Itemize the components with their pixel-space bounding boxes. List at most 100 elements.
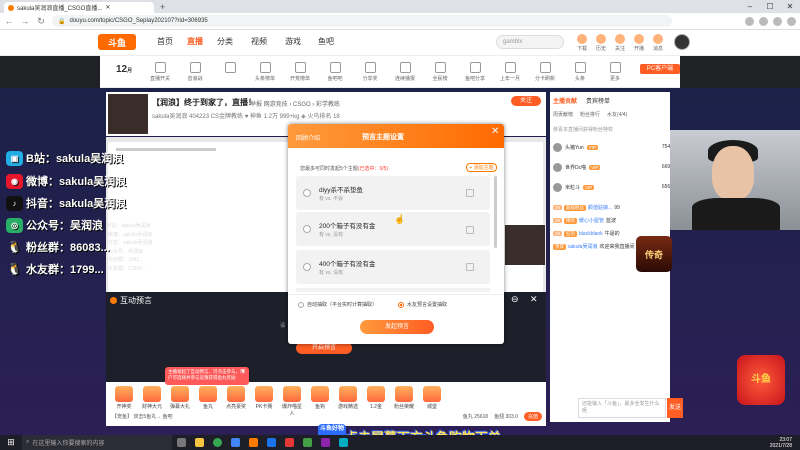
chrome-icon[interactable] (208, 435, 226, 450)
launch-prediction-button[interactable]: 发起预言 (360, 320, 434, 334)
red-envelope-button[interactable]: 斗鱼 (737, 355, 785, 405)
edit-icon[interactable] (466, 189, 474, 197)
chat-input[interactable]: 还能输入「斗鱼」，最多全发生什么呢 (578, 398, 666, 418)
menu-icon[interactable] (787, 16, 796, 26)
topic-radio[interactable] (303, 263, 311, 271)
gift-item[interactable]: 鱼丸 (196, 386, 220, 410)
header-golive[interactable]: 开播 (630, 34, 648, 52)
category-item[interactable]: 连续播报 (391, 62, 419, 82)
header-history[interactable]: 历史 (592, 34, 610, 52)
app-icon[interactable] (280, 435, 298, 450)
modal-tab-intro[interactable]: 回顾介绍 (296, 133, 320, 142)
rank-row[interactable]: 世界Dc喵 VIP 6694 (553, 161, 673, 173)
gift-item[interactable]: 鱼钩 (308, 386, 332, 410)
taskbar-clock[interactable]: 23:07 2021/7/28 (770, 437, 800, 449)
extension-icon[interactable] (759, 16, 768, 26)
app-icon[interactable] (262, 435, 280, 450)
reload-icon[interactable]: ↻ (36, 16, 46, 27)
back-icon[interactable]: ← (4, 16, 14, 26)
edit-icon[interactable] (466, 226, 474, 234)
close-window-icon[interactable]: ✕ (780, 0, 800, 13)
follow-button[interactable]: 关注 (511, 96, 541, 106)
subtab-friends[interactable]: 水友(4/4) (607, 111, 627, 118)
tab-vip[interactable]: 贵宾榜单 (586, 96, 610, 105)
category-item[interactable]: 分卡刷新 (531, 62, 559, 82)
gift-item[interactable]: 城堡 (420, 386, 444, 410)
nav-live[interactable]: 直播 (187, 36, 203, 47)
minimize-icon[interactable]: – (740, 0, 760, 13)
profile-icon[interactable] (773, 16, 782, 26)
category-item[interactable]: 开荒榜单 (286, 62, 314, 82)
browser-tab[interactable]: sakula吴润浪直播_CSGO直播... ✕ (4, 2, 154, 13)
modal-scrollbar[interactable] (494, 176, 497, 248)
maximize-icon[interactable]: ☐ (760, 0, 780, 13)
nav-category[interactable]: 分类 (217, 36, 233, 47)
header-download[interactable]: 下载 (573, 34, 591, 52)
category-item-more[interactable]: 更多 (601, 62, 629, 82)
category-item[interactable]: 音浪战 (181, 62, 209, 82)
nav-game[interactable]: 游戏 (285, 36, 301, 47)
add-topic-button[interactable]: + 添加主题 (466, 163, 497, 172)
gift-item[interactable]: 开神奖 (112, 386, 136, 410)
subtab-week[interactable]: 周贡献榜 (553, 111, 573, 118)
user-avatar[interactable] (674, 34, 690, 50)
nav-yuba[interactable]: 鱼吧 (318, 36, 334, 47)
topic-radio[interactable] (303, 189, 311, 197)
gift-item[interactable]: 游戏精选 (336, 386, 360, 410)
edit-icon[interactable] (466, 263, 474, 271)
category-item[interactable]: 头条 (566, 62, 594, 82)
modal-close-icon[interactable]: ✕ (491, 126, 499, 137)
category-item[interactable]: 上年一月 (496, 62, 524, 82)
nav-video[interactable]: 视频 (251, 36, 267, 47)
app-icon[interactable] (244, 435, 262, 450)
pc-client-button[interactable]: PC客户端 (640, 64, 680, 74)
folder-icon[interactable] (190, 435, 208, 450)
nav-home[interactable]: 首页 (157, 36, 173, 47)
app-icon[interactable] (334, 435, 352, 450)
option-auto-draw[interactable]: 自动抽取（平台实时计算抽取） (298, 301, 377, 308)
app-icon[interactable] (298, 435, 316, 450)
room-tags[interactable]: 举报 网游竞技 › CSGO › 彩学教练 (250, 99, 340, 108)
douyu-logo[interactable]: 斗鱼 (98, 34, 136, 50)
task-view-icon[interactable] (172, 435, 190, 450)
new-tab-icon[interactable]: + (160, 2, 165, 12)
tab-contribution[interactable]: 主播贡献 (553, 96, 577, 105)
minimize-panel-icon[interactable]: ⊖ (511, 294, 519, 305)
recharge-button[interactable]: 充值 (523, 411, 542, 421)
category-item[interactable]: 直播开关 (146, 62, 174, 82)
gift-item[interactable]: PK卡赛 (252, 386, 276, 410)
forward-icon[interactable]: → (20, 16, 30, 26)
extension-icon[interactable] (745, 16, 754, 26)
chat-send-button[interactable]: 发送 (667, 398, 683, 418)
url-bar[interactable]: 🔒 douyu.com/topic/CSGO_Seplay202107?rid=… (52, 15, 672, 27)
game-badge[interactable]: 传奇 (636, 236, 672, 272)
gift-item[interactable]: 1.2金 (364, 386, 388, 410)
app-icon[interactable] (316, 435, 334, 450)
rank-row[interactable]: 头猪Yun VIP 7540 (553, 141, 673, 153)
gift-item[interactable]: 点亮豪奖 (224, 386, 248, 410)
gift-item[interactable]: 财神大元 (140, 386, 164, 410)
category-item[interactable]: 全民榜 (426, 62, 454, 82)
header-messages[interactable]: 消息 (649, 34, 667, 52)
option-manual-draw[interactable]: 水友预言设置抽取 (398, 301, 447, 308)
gift-item[interactable]: 弹幕大礼 (168, 386, 192, 410)
close-tab-icon[interactable]: ✕ (105, 4, 110, 11)
category-item[interactable]: 鱼吧吧 (321, 62, 349, 82)
rank-row[interactable]: 米粒斗 VIP 6568 (553, 181, 673, 193)
category-item[interactable]: 分享奖 (356, 62, 384, 82)
header-follow[interactable]: 关注 (611, 34, 629, 52)
close-panel-icon[interactable]: ✕ (530, 294, 538, 305)
subtab-fans[interactable]: 粉丝排行 (580, 111, 600, 118)
close-tip-icon[interactable]: ✕ (241, 368, 246, 375)
search-input[interactable]: gamblx (496, 35, 564, 49)
app-icon[interactable] (226, 435, 244, 450)
category-item[interactable]: 鱼吧分享 (461, 62, 489, 82)
extensions (745, 16, 796, 26)
category-item[interactable] (216, 62, 244, 75)
gift-item[interactable]: 粉丝荣耀 (392, 386, 416, 410)
taskbar-search[interactable]: ⌕ 在这里输入你要搜索的内容 (22, 435, 172, 450)
anchor-avatar[interactable] (108, 94, 148, 134)
category-item[interactable]: 头条榜单 (251, 62, 279, 82)
topic-radio[interactable] (303, 225, 311, 233)
windows-start-icon[interactable]: ⊞ (0, 435, 22, 450)
